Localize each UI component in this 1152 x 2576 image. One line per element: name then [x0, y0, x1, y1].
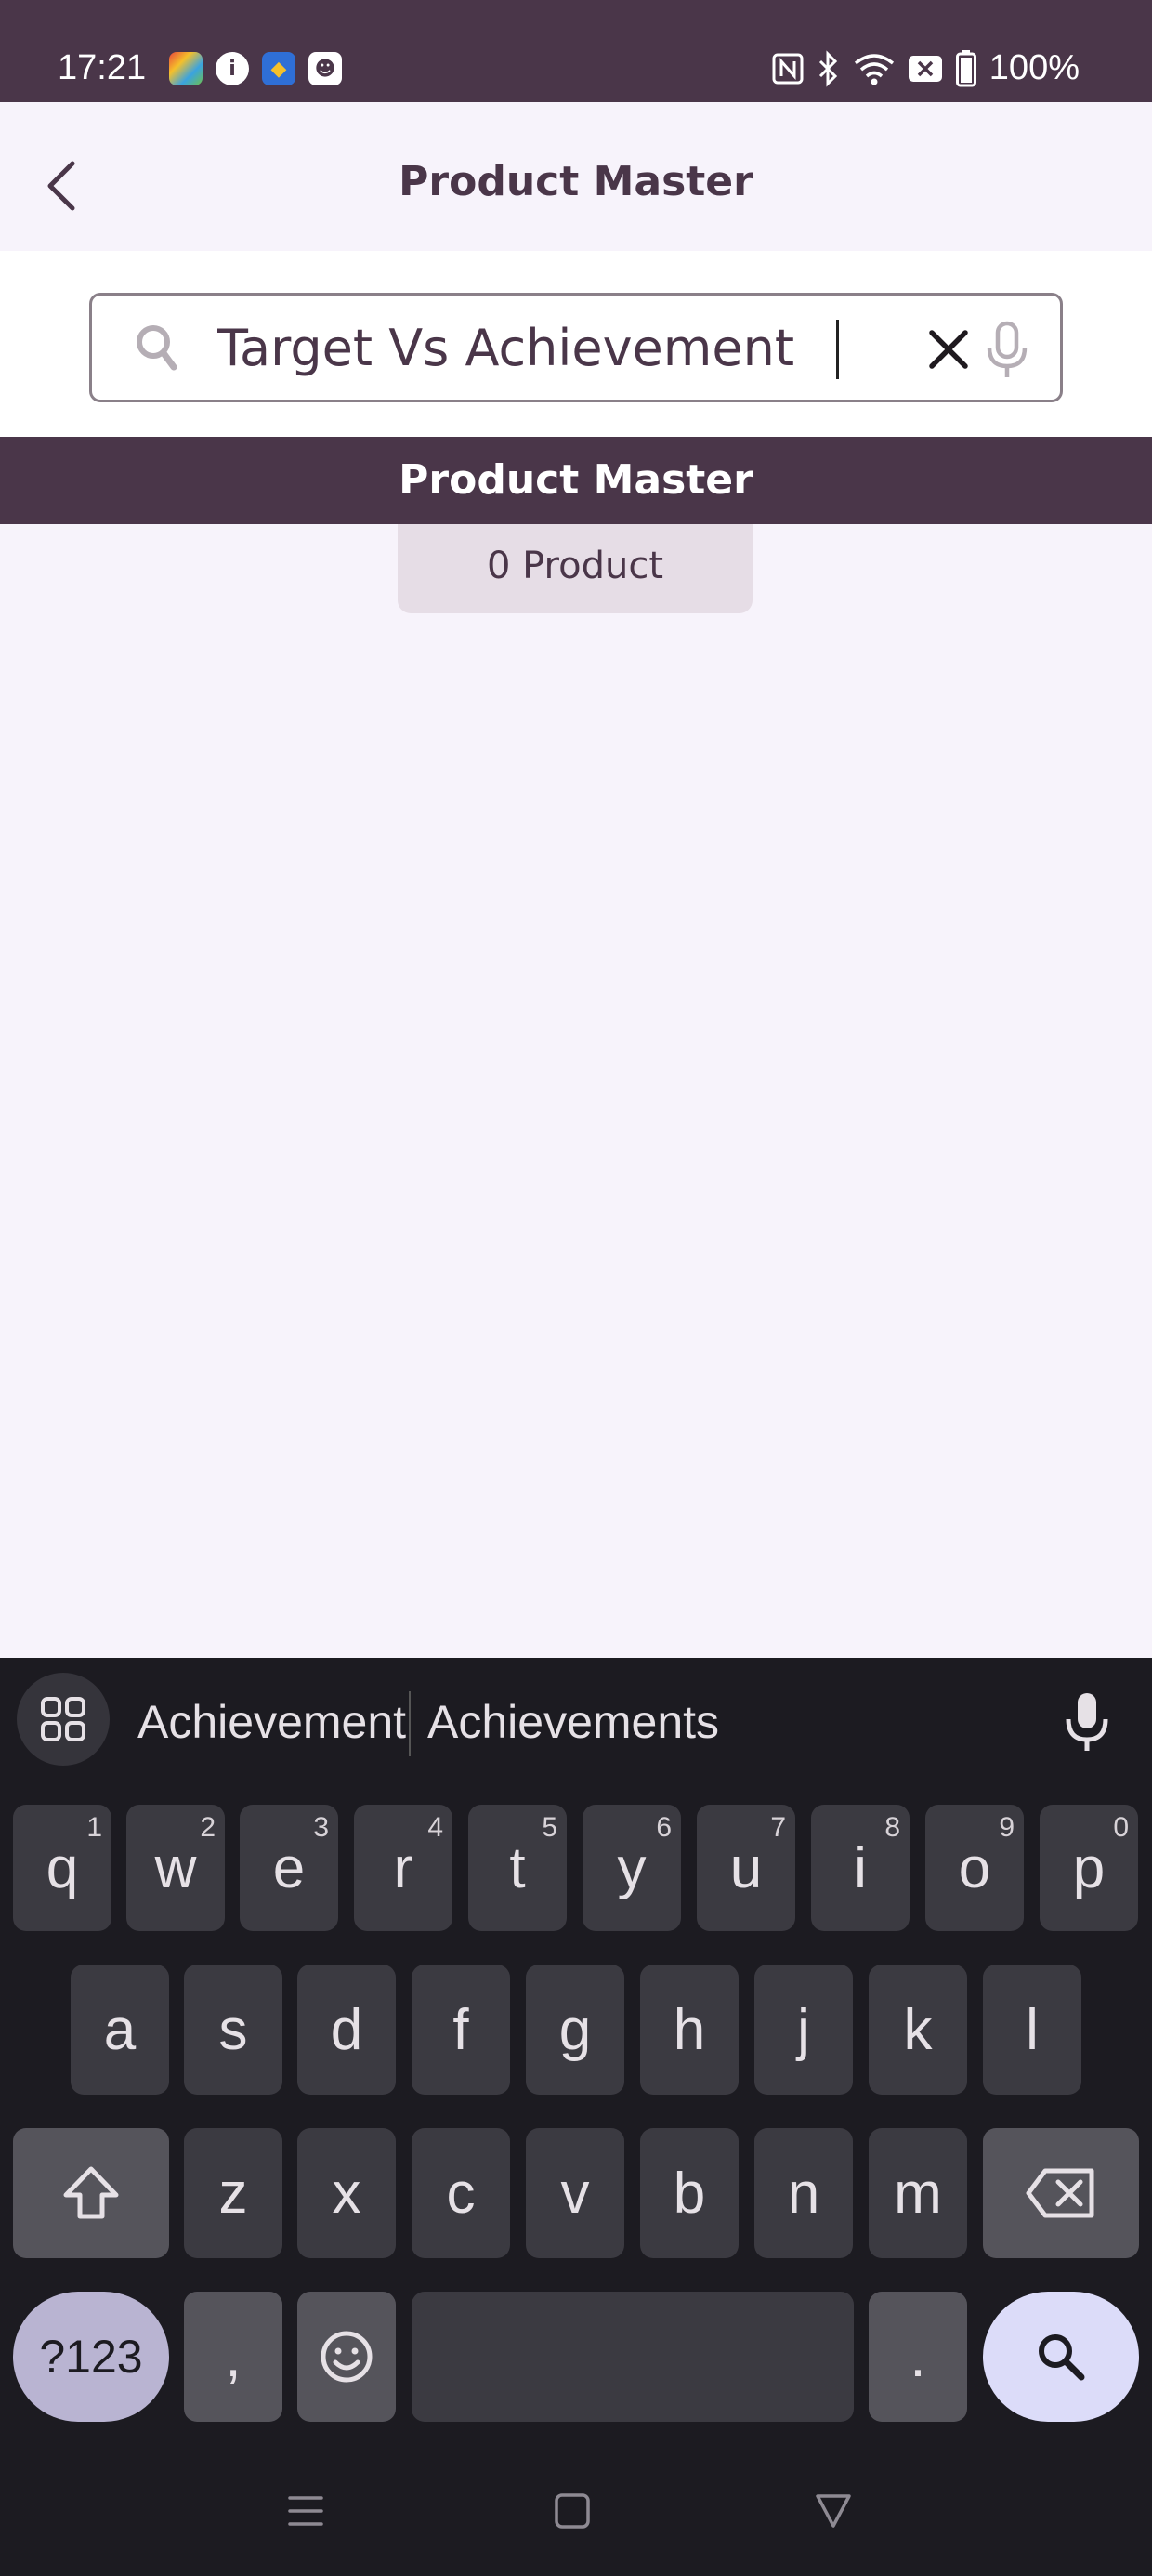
wifi-icon — [854, 52, 895, 85]
key-x[interactable]: x — [297, 2128, 396, 2258]
key-k[interactable]: k — [869, 1965, 967, 2095]
key-m[interactable]: m — [869, 2128, 967, 2258]
comma-key[interactable]: , — [184, 2292, 282, 2422]
status-bar: 17:21 i ◆ ☻ 100% — [0, 0, 1152, 102]
keyboard-toolbar: Achievement Achievements — [0, 1658, 1152, 1784]
key-h[interactable]: h — [640, 1965, 739, 2095]
text-cursor — [836, 320, 839, 379]
search-icon — [1039, 2334, 1085, 2381]
bot-app-icon: ☻ — [308, 52, 342, 85]
key-w[interactable]: w2 — [126, 1805, 225, 1931]
key-c[interactable]: c — [412, 2128, 510, 2258]
no-sim-icon — [908, 55, 943, 83]
period-key[interactable]: . — [869, 2292, 967, 2422]
battery-percent: 100% — [988, 48, 1080, 87]
backspace-key[interactable] — [983, 2128, 1139, 2258]
recents-menu-icon[interactable] — [286, 2491, 325, 2531]
search-section — [0, 251, 1152, 437]
key-f[interactable]: f — [412, 1965, 510, 2095]
key-d[interactable]: d — [297, 1965, 396, 2095]
back-triangle-icon[interactable] — [814, 2491, 853, 2531]
bluetooth-icon — [817, 49, 841, 87]
battery-icon — [955, 49, 976, 87]
key-l[interactable]: l — [983, 1965, 1081, 2095]
key-b[interactable]: b — [640, 2128, 739, 2258]
search-action-key[interactable] — [983, 2292, 1139, 2422]
search-icon — [137, 325, 177, 371]
key-s[interactable]: s — [184, 1965, 282, 2095]
shift-icon — [63, 2166, 119, 2219]
apps-grid-button[interactable] — [17, 1673, 110, 1766]
key-q[interactable]: q1 — [13, 1805, 111, 1931]
grid-icon — [41, 1697, 85, 1741]
suggestion-2[interactable]: Achievements — [427, 1695, 719, 1749]
info-app-icon: i — [216, 52, 249, 85]
section-banner: Product Master — [0, 437, 1152, 524]
symbols-key[interactable]: ?123 — [13, 2292, 169, 2422]
key-z[interactable]: z — [184, 2128, 282, 2258]
key-e[interactable]: e3 — [240, 1805, 338, 1931]
key-u[interactable]: u7 — [697, 1805, 795, 1931]
key-g[interactable]: g — [526, 1965, 624, 2095]
suggestion-divider — [409, 1691, 411, 1756]
voice-input-icon[interactable] — [1059, 1689, 1115, 1755]
space-key[interactable] — [412, 2292, 854, 2422]
page-title: Product Master — [399, 158, 753, 205]
shift-key[interactable] — [13, 2128, 169, 2258]
product-count-badge: 0 Product — [398, 524, 753, 613]
game-app-icon — [169, 52, 203, 85]
app-header: Product Master — [0, 102, 1152, 251]
suggestion-1[interactable]: Achievement — [137, 1695, 406, 1749]
shield-app-icon: ◆ — [262, 52, 295, 85]
clear-icon[interactable] — [923, 323, 975, 375]
microphone-icon[interactable] — [984, 320, 1030, 379]
status-time: 17:21 — [58, 48, 147, 87]
status-app-icons: i ◆ ☻ — [169, 52, 342, 85]
key-y[interactable]: y6 — [583, 1805, 681, 1931]
key-r[interactable]: r4 — [354, 1805, 452, 1931]
emoji-icon — [321, 2331, 373, 2383]
status-right: 100% — [772, 48, 1080, 88]
key-p[interactable]: p0 — [1040, 1805, 1138, 1931]
key-v[interactable]: v — [526, 2128, 624, 2258]
nfc-icon — [772, 53, 804, 85]
key-t[interactable]: t5 — [468, 1805, 567, 1931]
key-a[interactable]: a — [71, 1965, 169, 2095]
search-box[interactable] — [89, 293, 1063, 402]
key-o[interactable]: o9 — [925, 1805, 1024, 1931]
home-square-icon[interactable] — [554, 2491, 591, 2531]
key-i[interactable]: i8 — [811, 1805, 910, 1931]
system-nav-bar — [0, 2453, 1152, 2576]
search-input[interactable] — [217, 312, 914, 383]
soft-keyboard: Achievement Achievements q1 w2 e3 r4 t5 … — [0, 1658, 1152, 2576]
key-n[interactable]: n — [754, 2128, 853, 2258]
backspace-icon — [1026, 2168, 1094, 2218]
key-j[interactable]: j — [754, 1965, 853, 2095]
emoji-key[interactable] — [297, 2292, 396, 2422]
